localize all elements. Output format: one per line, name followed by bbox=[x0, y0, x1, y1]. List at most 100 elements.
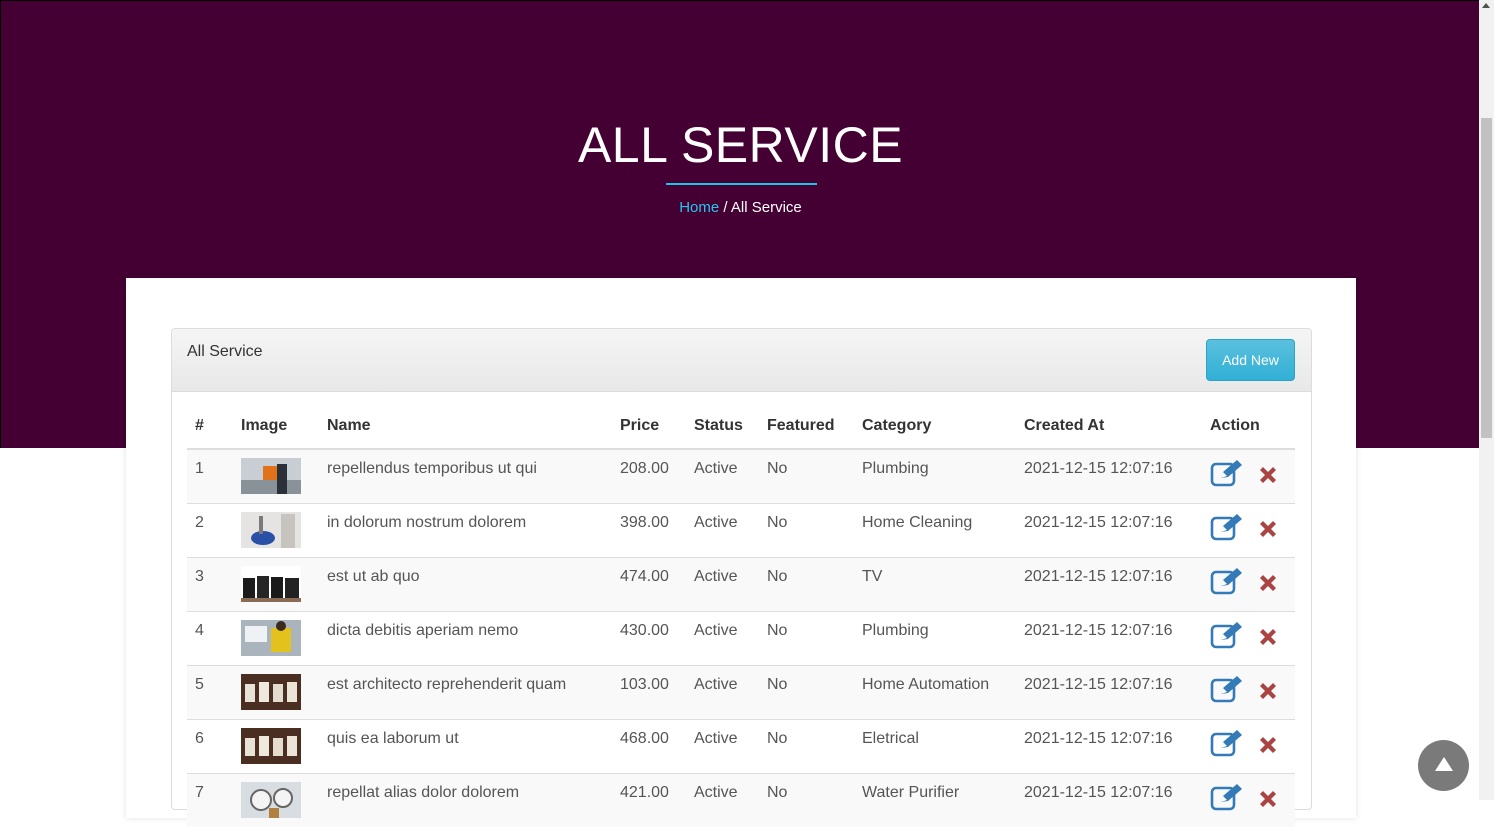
column-header-image: Image bbox=[233, 404, 319, 449]
row-status-cell: Active bbox=[686, 612, 759, 666]
delete-icon[interactable] bbox=[1256, 517, 1280, 546]
service-name: est architecto reprehenderit quam bbox=[327, 666, 612, 694]
row-status-cell: Active bbox=[686, 504, 759, 558]
row-category-cell: TV bbox=[854, 558, 1016, 612]
column-header-number: # bbox=[187, 404, 233, 449]
row-created-cell: 2021-12-15 12:07:16 bbox=[1016, 449, 1202, 504]
row-category-cell: Water Purifier bbox=[854, 774, 1016, 827]
row-name-cell: quis ea laborum ut bbox=[319, 720, 612, 774]
service-category: TV bbox=[862, 558, 1016, 586]
row-number-cell: 6 bbox=[187, 720, 233, 774]
edit-icon[interactable] bbox=[1210, 513, 1244, 546]
service-price: 430.00 bbox=[620, 612, 686, 640]
row-featured-cell: No bbox=[759, 558, 854, 612]
service-category: Home Cleaning bbox=[862, 504, 1016, 532]
row-image-cell bbox=[233, 774, 319, 827]
row-action-cell bbox=[1202, 666, 1295, 720]
table-row: 4 dicta debitis aperiam nemo 430.00ActiveN… bbox=[187, 612, 1295, 666]
delete-icon[interactable] bbox=[1256, 787, 1280, 816]
row-name-cell: dicta debitis aperiam nemo bbox=[319, 612, 612, 666]
breadcrumb-home-link[interactable]: Home bbox=[679, 199, 719, 216]
row-image-cell bbox=[233, 504, 319, 558]
service-created-at: 2021-12-15 12:07:16 bbox=[1024, 720, 1202, 748]
row-name-cell: repellat alias dolor dolorem bbox=[319, 774, 612, 827]
row-price-cell: 421.00 bbox=[612, 774, 686, 827]
service-category: Plumbing bbox=[862, 612, 1016, 640]
delete-icon[interactable] bbox=[1256, 625, 1280, 654]
page-title: ALL SERVICE bbox=[1, 116, 1480, 174]
row-price-cell: 208.00 bbox=[612, 449, 686, 504]
service-created-at: 2021-12-15 12:07:16 bbox=[1024, 666, 1202, 694]
row-action-cell bbox=[1202, 504, 1295, 558]
page-scrollbar[interactable] bbox=[1479, 0, 1494, 800]
row-name-cell: in dolorum nostrum dolorem bbox=[319, 504, 612, 558]
service-thumbnail bbox=[241, 782, 301, 818]
row-featured-cell: No bbox=[759, 720, 854, 774]
content-card: All Service Add New # Image Name Price S… bbox=[126, 278, 1356, 818]
edit-icon[interactable] bbox=[1210, 675, 1244, 708]
column-header-created-at: Created At bbox=[1016, 404, 1202, 449]
column-header-category: Category bbox=[854, 404, 1016, 449]
service-status: Active bbox=[694, 666, 759, 694]
column-header-name: Name bbox=[319, 404, 612, 449]
service-price: 474.00 bbox=[620, 558, 686, 586]
service-featured: No bbox=[767, 504, 854, 532]
service-name: in dolorum nostrum dolorem bbox=[327, 504, 612, 532]
delete-icon[interactable] bbox=[1256, 571, 1280, 600]
service-category: Eletrical bbox=[862, 720, 1016, 748]
scroll-up-arrow-icon[interactable] bbox=[1482, 3, 1490, 8]
row-number: 3 bbox=[195, 558, 233, 586]
row-image-cell bbox=[233, 612, 319, 666]
row-number: 2 bbox=[195, 504, 233, 532]
service-name: est ut ab quo bbox=[327, 558, 612, 586]
service-name: repellendus temporibus ut qui bbox=[327, 450, 612, 478]
row-status-cell: Active bbox=[686, 774, 759, 827]
row-featured-cell: No bbox=[759, 666, 854, 720]
row-created-cell: 2021-12-15 12:07:16 bbox=[1016, 720, 1202, 774]
edit-icon[interactable] bbox=[1210, 459, 1244, 492]
service-category: Plumbing bbox=[862, 450, 1016, 478]
service-created-at: 2021-12-15 12:07:16 bbox=[1024, 774, 1202, 802]
row-featured-cell: No bbox=[759, 612, 854, 666]
row-number: 6 bbox=[195, 720, 233, 748]
delete-icon[interactable] bbox=[1256, 733, 1280, 762]
row-category-cell: Plumbing bbox=[854, 449, 1016, 504]
table-row: 5est architecto reprehenderit quam103.00… bbox=[187, 666, 1295, 720]
service-name: quis ea laborum ut bbox=[327, 720, 612, 748]
row-created-cell: 2021-12-15 12:07:16 bbox=[1016, 666, 1202, 720]
service-status: Active bbox=[694, 558, 759, 586]
row-status-cell: Active bbox=[686, 720, 759, 774]
arrow-up-icon bbox=[1435, 757, 1453, 771]
service-featured: No bbox=[767, 558, 854, 586]
edit-icon[interactable] bbox=[1210, 567, 1244, 600]
row-number-cell: 4 bbox=[187, 612, 233, 666]
table-row: 3 est ut ab quo 474.00 Active No TV 2021-12-15… bbox=[187, 558, 1295, 612]
row-category-cell: Eletrical bbox=[854, 720, 1016, 774]
services-panel: All Service Add New # Image Name Price S… bbox=[171, 328, 1312, 810]
row-featured-cell: No bbox=[759, 504, 854, 558]
row-created-cell: 2021-12-15 12:07:16 bbox=[1016, 558, 1202, 612]
row-number: 5 bbox=[195, 666, 233, 694]
service-created-at: 2021-12-15 12:07:16 bbox=[1024, 558, 1202, 586]
service-created-at: 2021-12-15 12:07:16 bbox=[1024, 612, 1202, 640]
column-header-action: Action bbox=[1202, 404, 1295, 449]
edit-icon[interactable] bbox=[1210, 621, 1244, 654]
service-status: Active bbox=[694, 774, 759, 802]
service-price: 421.00 bbox=[620, 774, 686, 802]
row-name-cell: repellendus temporibus ut qui bbox=[319, 449, 612, 504]
edit-icon[interactable] bbox=[1210, 729, 1244, 762]
service-thumbnail bbox=[241, 620, 301, 656]
breadcrumb-separator: / bbox=[723, 199, 727, 216]
service-price: 208.00 bbox=[620, 450, 686, 478]
row-name-cell: est architecto reprehenderit quam bbox=[319, 666, 612, 720]
table-row: 1repellendus temporibus ut qui208.00Acti… bbox=[187, 449, 1295, 504]
scroll-to-top-button[interactable] bbox=[1418, 740, 1469, 791]
scrollbar-thumb[interactable] bbox=[1481, 118, 1492, 438]
delete-icon[interactable] bbox=[1256, 463, 1280, 492]
delete-icon[interactable] bbox=[1256, 679, 1280, 708]
row-created-cell: 2021-12-15 12:07:16 bbox=[1016, 774, 1202, 827]
add-new-button[interactable]: Add New bbox=[1206, 339, 1295, 381]
row-number-cell: 1 bbox=[187, 449, 233, 504]
panel-header: All Service Add New bbox=[172, 329, 1311, 392]
column-header-status: Status bbox=[686, 404, 759, 449]
